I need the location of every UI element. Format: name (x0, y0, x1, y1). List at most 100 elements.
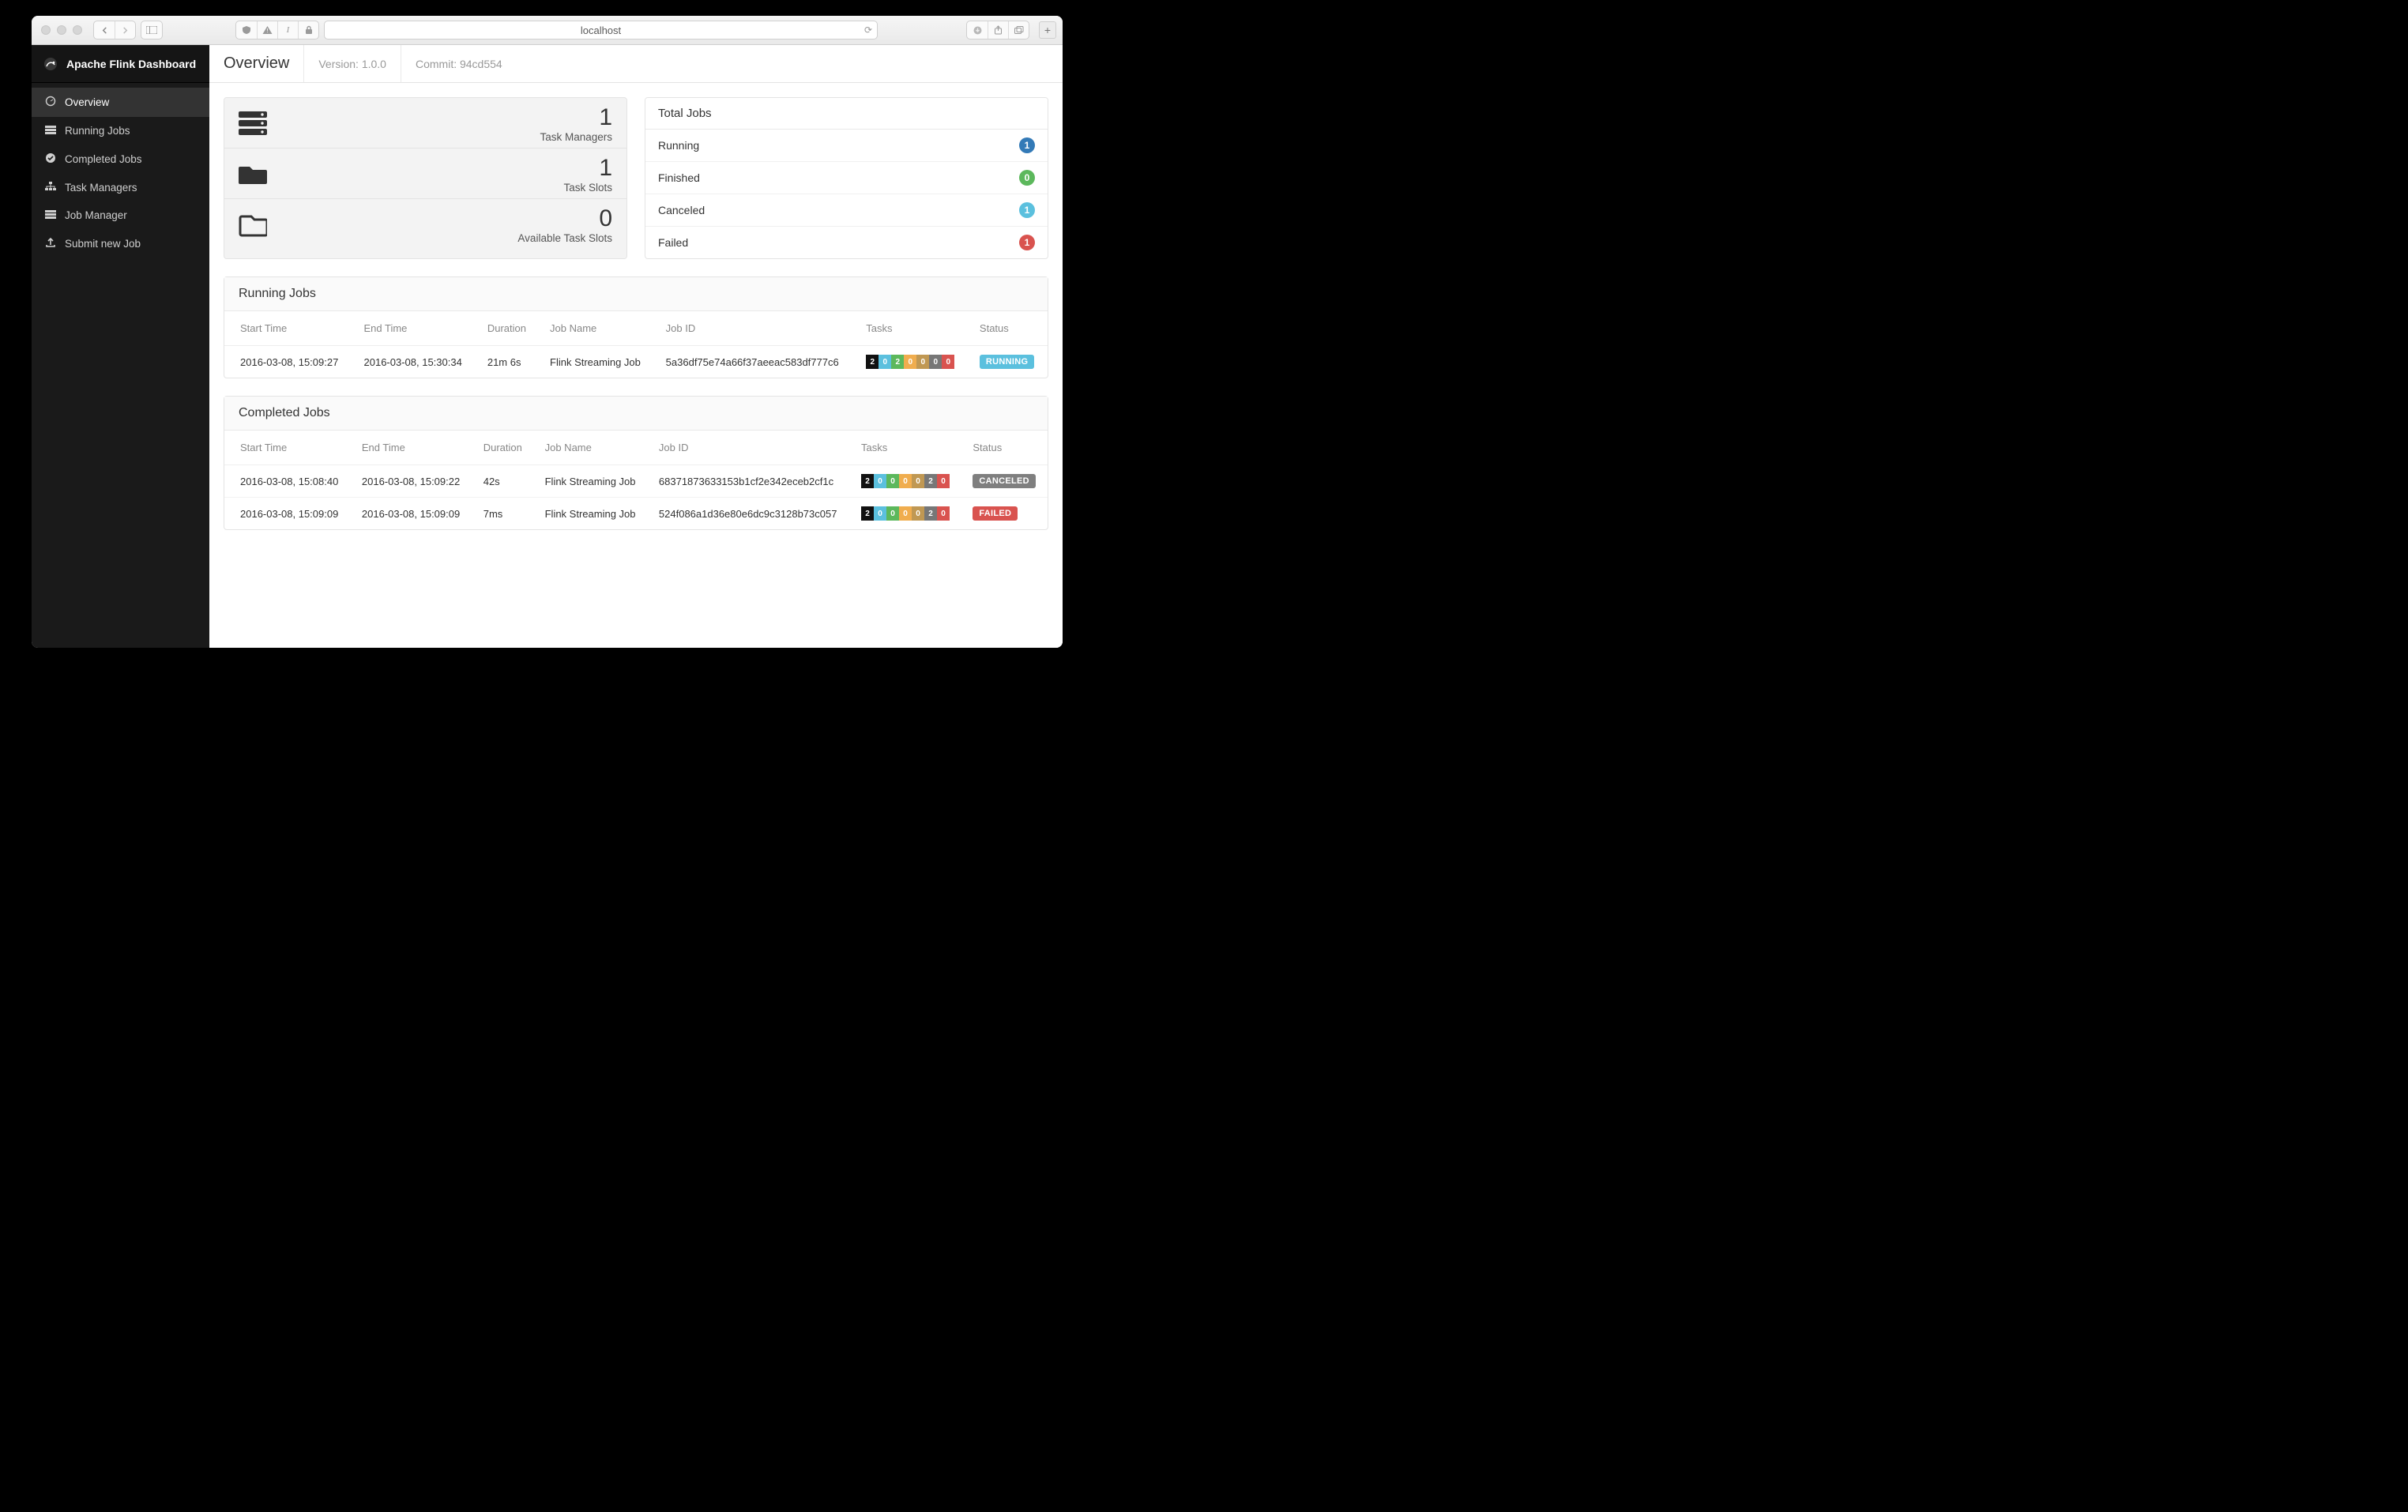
task-badge: 0 (912, 474, 924, 488)
task-badge: 0 (929, 355, 942, 369)
sidebar-item-running-jobs[interactable]: Running Jobs (32, 117, 209, 145)
window-controls (41, 25, 82, 35)
tabs-icon[interactable] (1008, 21, 1029, 39)
task-badges: 2000020 (861, 474, 950, 488)
stat-label: Available Task Slots (280, 232, 612, 244)
count-badge: 1 (1019, 137, 1035, 153)
new-tab-button[interactable]: + (1039, 21, 1056, 39)
list-icon (44, 125, 57, 137)
sidebar-item-label: Submit new Job (65, 238, 141, 250)
sidebar-item-label: Overview (65, 96, 109, 108)
column-header: Job ID (655, 311, 856, 346)
cell-status: RUNNING (969, 346, 1048, 378)
count-badge: 1 (1019, 235, 1035, 250)
total-jobs-label: Canceled (658, 204, 705, 216)
download-icon[interactable] (967, 21, 988, 39)
cell-end: 2016-03-08, 15:09:09 (351, 498, 472, 530)
task-badge: 2 (891, 355, 904, 369)
check-circle-icon (44, 152, 57, 166)
sidebar-item-completed-jobs[interactable]: Completed Jobs (32, 145, 209, 174)
right-toolbar (966, 21, 1029, 39)
total-jobs-label: Failed (658, 236, 688, 249)
cell-duration: 7ms (472, 498, 534, 530)
sidebar-item-label: Completed Jobs (65, 153, 142, 165)
cell-jobid: 5a36df75e74a66f37aeeac583df777c6 (655, 346, 856, 378)
window-close-dot[interactable] (41, 25, 51, 35)
url-bar[interactable]: localhost ⟳ (324, 21, 878, 39)
task-badge: 2 (924, 506, 937, 521)
task-badge: 0 (942, 355, 954, 369)
task-badge: 0 (916, 355, 929, 369)
window-max-dot[interactable] (73, 25, 82, 35)
cell-end: 2016-03-08, 15:09:22 (351, 465, 472, 498)
upload-icon (44, 237, 57, 250)
task-managers-icon (239, 111, 269, 137)
running-jobs-panel: Running Jobs Start TimeEnd TimeDurationJ… (224, 276, 1048, 378)
completed-jobs-panel: Completed Jobs Start TimeEnd TimeDuratio… (224, 396, 1048, 530)
table-row[interactable]: 2016-03-08, 15:09:092016-03-08, 15:09:09… (224, 498, 1048, 530)
shield-icon[interactable] (236, 21, 257, 39)
main-area: Overview Version: 1.0.0 Commit: 94cd554 … (209, 45, 1063, 648)
count-badge: 0 (1019, 170, 1035, 186)
commit-label: Commit: 94cd554 (401, 45, 517, 82)
lock-icon[interactable] (298, 21, 318, 39)
sidebar-item-job-manager[interactable]: Job Manager (32, 201, 209, 229)
table-row[interactable]: 2016-03-08, 15:09:272016-03-08, 15:30:34… (224, 346, 1048, 378)
topbar: Overview Version: 1.0.0 Commit: 94cd554 (209, 45, 1063, 83)
browser-window: I localhost ⟳ + Apache Flink Dashboard O… (32, 16, 1063, 648)
reload-icon[interactable]: ⟳ (864, 24, 872, 36)
task-badge: 0 (912, 506, 924, 521)
total-jobs-row: Failed 1 (645, 227, 1048, 258)
task-badge: 0 (886, 474, 899, 488)
server-icon (44, 209, 57, 221)
sidebar-toggle[interactable] (141, 21, 163, 39)
column-header: Tasks (850, 431, 961, 465)
nav-back-forward (93, 21, 136, 39)
column-header: End Time (353, 311, 476, 346)
flink-logo-icon (43, 56, 58, 72)
cluster-stats-card: 1Task Managers1Task Slots0Available Task… (224, 97, 627, 259)
table-row[interactable]: 2016-03-08, 15:08:402016-03-08, 15:09:22… (224, 465, 1048, 498)
column-header: Status (969, 311, 1048, 346)
task-badge: 0 (874, 474, 886, 488)
sitemap-icon (44, 182, 57, 194)
cell-end: 2016-03-08, 15:30:34 (353, 346, 476, 378)
app-shell: Apache Flink Dashboard Overview Running J… (32, 45, 1063, 648)
sidebar: Apache Flink Dashboard Overview Running J… (32, 45, 209, 648)
task-badge: 2 (861, 506, 874, 521)
share-icon[interactable] (988, 21, 1008, 39)
version-label: Version: 1.0.0 (304, 45, 401, 82)
running-jobs-title: Running Jobs (224, 277, 1048, 311)
cell-jobname: Flink Streaming Job (534, 498, 648, 530)
task-badge: 0 (899, 474, 912, 488)
completed-jobs-title: Completed Jobs (224, 397, 1048, 431)
task-badge: 2 (866, 355, 879, 369)
info-icon[interactable]: I (277, 21, 298, 39)
total-jobs-row: Running1 (645, 130, 1048, 162)
cell-tasks: 2000020 (850, 498, 961, 530)
cell-status: FAILED (961, 498, 1048, 530)
stat-label: Task Slots (280, 182, 612, 194)
brand: Apache Flink Dashboard (32, 45, 209, 83)
cell-status: CANCELED (961, 465, 1048, 498)
toolbar-icons: I (235, 21, 319, 39)
column-header: Start Time (224, 431, 351, 465)
column-header: Duration (476, 311, 539, 346)
back-button[interactable] (94, 21, 115, 39)
stat-row: 1Task Managers (224, 98, 626, 148)
sidebar-item-submit-job[interactable]: Submit new Job (32, 229, 209, 258)
window-min-dot[interactable] (57, 25, 66, 35)
status-badge: CANCELED (973, 474, 1036, 488)
available-slots-icon (239, 212, 269, 239)
column-header: Start Time (224, 311, 353, 346)
column-header: Job Name (539, 311, 655, 346)
dashboard-icon (44, 96, 57, 109)
sidebar-item-task-managers[interactable]: Task Managers (32, 174, 209, 201)
column-header: Job Name (534, 431, 648, 465)
forward-button[interactable] (115, 21, 135, 39)
sidebar-item-overview[interactable]: Overview (32, 88, 209, 117)
cell-start: 2016-03-08, 15:09:09 (224, 498, 351, 530)
warning-icon[interactable] (257, 21, 277, 39)
task-badge: 0 (937, 474, 950, 488)
task-slots-icon (239, 162, 269, 188)
